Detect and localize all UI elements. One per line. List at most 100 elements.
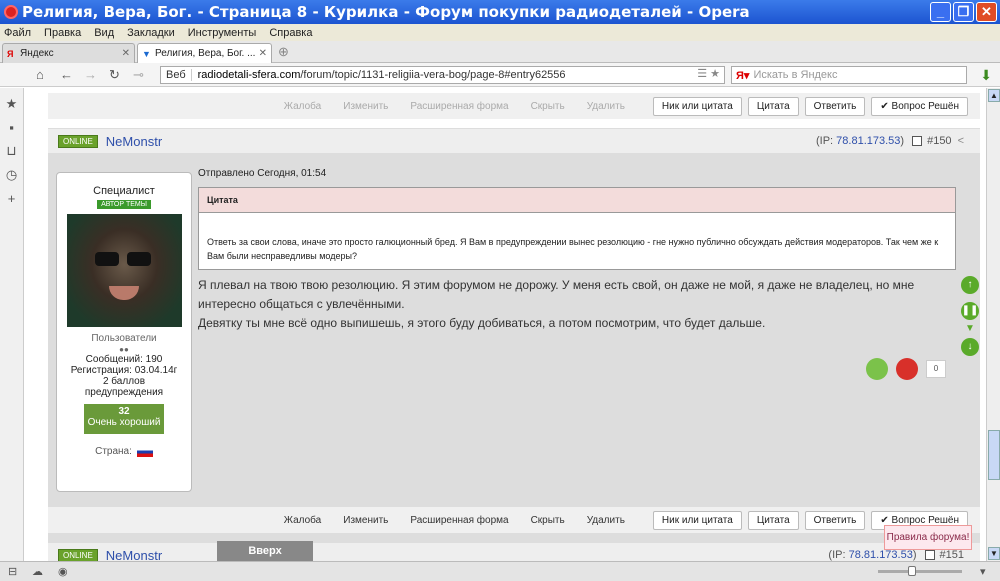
edit-link[interactable]: Изменить — [343, 101, 388, 112]
edit-link[interactable]: Изменить — [343, 515, 388, 526]
select-post-checkbox[interactable] — [924, 550, 935, 560]
vote-down-icon[interactable] — [896, 358, 918, 380]
add-panel-icon[interactable]: + — [0, 191, 23, 206]
yandex-icon: Я — [7, 48, 14, 59]
page-scrollbar[interactable]: ▲ ▼ — [986, 88, 1000, 561]
home-icon[interactable]: ⌂ — [36, 67, 44, 82]
extended-form-link[interactable]: Расширенная форма — [410, 515, 508, 526]
author-name[interactable]: NeMonstr — [106, 134, 162, 149]
tab-forum[interactable]: ▼ Религия, Вера, Бог. ... ✕ — [137, 43, 272, 63]
avatar[interactable] — [66, 214, 182, 327]
reputation-label: Очень хороший — [87, 417, 161, 428]
quote-button[interactable]: Цитата — [747, 510, 799, 530]
reply-button[interactable]: Ответить — [804, 96, 866, 116]
speed-dial-icon[interactable]: ◉ — [58, 565, 68, 578]
zoom-handle[interactable] — [908, 566, 916, 576]
opera-icon — [4, 5, 18, 19]
bookmarks-star-icon[interactable]: ★ — [0, 96, 23, 112]
cloud-icon[interactable]: ☁ — [32, 565, 43, 578]
reputation-value: 32 — [118, 406, 130, 417]
hide-link[interactable]: Скрыть — [531, 101, 565, 112]
yandex-search-icon: Я▾ — [736, 69, 750, 82]
delete-link[interactable]: Удалить — [587, 101, 625, 112]
share-icon[interactable]: < — [958, 135, 964, 147]
sunglasses-left — [94, 252, 119, 266]
forum-rules-button[interactable]: Правила форума! — [884, 525, 972, 550]
ip-address[interactable]: 78.81.173.53 — [849, 549, 913, 561]
nick-quote-button[interactable]: Ник или цитата — [652, 510, 742, 530]
zoom-slider[interactable] — [878, 566, 962, 576]
downloads-icon[interactable]: ⊔ — [0, 143, 23, 159]
close-window-button[interactable]: ✕ — [976, 2, 997, 22]
solved-button[interactable]: ✔ Вопрос Решён — [871, 96, 968, 116]
feed-star-icons[interactable]: ☰ ★ — [697, 67, 720, 80]
scroll-up-icon[interactable]: ▲ — [988, 89, 1000, 102]
search-placeholder: Искать в Яндекс — [753, 69, 838, 81]
menu-file[interactable]: Файл — [4, 27, 31, 39]
menu-view[interactable]: Вид — [94, 27, 114, 39]
tab-label: Яндекс — [20, 48, 54, 59]
search-input[interactable]: Я▾ Искать в Яндекс — [731, 66, 967, 84]
post-number[interactable]: #150 — [927, 135, 951, 147]
navigation-bar: ⌂ ← → ↻ ⊸ Веб radiodetali-sfera.com/foru… — [0, 63, 1000, 87]
ip-address[interactable]: 78.81.173.53 — [836, 135, 900, 147]
avatar-mouth — [108, 286, 139, 300]
post-content: Отправлено Сегодня, 01:54 Цитата Ответь … — [198, 168, 956, 333]
scroll-down-icon[interactable]: ▼ — [988, 547, 1000, 560]
forward-icon[interactable]: → — [84, 67, 97, 82]
reload-icon[interactable]: ↻ — [109, 67, 120, 83]
notes-icon[interactable]: ▪ — [0, 120, 23, 135]
reputation-box: 32 Очень хороший — [84, 404, 164, 434]
post-date: Отправлено Сегодня, 01:54 — [198, 168, 327, 179]
topic-author-badge: АВТОР ТЕМЫ — [97, 200, 151, 209]
hide-link[interactable]: Скрыть — [531, 515, 565, 526]
back-icon[interactable]: ← — [60, 67, 73, 82]
panel-toggle-icon[interactable]: ⊟ — [8, 565, 17, 578]
window-title: Религия, Вера, Бог. - Страница 8 - Курил… — [22, 3, 750, 21]
menu-help[interactable]: Справка — [269, 27, 312, 39]
quote-block: Цитата Ответь за свои слова, иначе это п… — [198, 187, 956, 270]
minimize-button[interactable]: _ — [930, 2, 951, 22]
ip-label: (IP: — [828, 549, 846, 561]
vote-up-icon[interactable] — [866, 358, 888, 380]
vote-controls: 0 — [866, 358, 946, 380]
menu-edit[interactable]: Правка — [44, 27, 81, 39]
complain-link[interactable]: Жалоба — [284, 515, 321, 526]
pause-icon[interactable]: ❚❚ — [961, 302, 979, 320]
user-group: Пользователи — [91, 333, 157, 344]
next-post-header: ONLINE NeMonstr (IP: 78.81.173.53) #151 — [48, 543, 980, 561]
address-bar[interactable]: Веб radiodetali-sfera.com/forum/topic/11… — [160, 66, 725, 84]
author-name[interactable]: NeMonstr — [106, 548, 162, 562]
scroll-to-top-button[interactable]: Вверх — [217, 541, 313, 561]
select-post-checkbox[interactable] — [912, 136, 923, 146]
close-tab-icon[interactable]: ✕ — [259, 48, 267, 59]
scroll-thumb[interactable] — [988, 430, 1000, 480]
nick-quote-button[interactable]: Ник или цитата — [652, 96, 742, 116]
menu-bar: Файл Правка Вид Закладки Инструменты Спр… — [0, 24, 1000, 41]
quote-title: Цитата — [199, 188, 955, 213]
message-count: Сообщений: 190 — [85, 354, 163, 365]
complain-link[interactable]: Жалоба — [284, 101, 321, 112]
delete-link[interactable]: Удалить — [587, 515, 625, 526]
warnings-label: предупреждения — [84, 387, 164, 398]
quote-button[interactable]: Цитата — [747, 96, 799, 116]
maximize-button[interactable]: ❐ — [953, 2, 974, 22]
menu-tools[interactable]: Инструменты — [188, 27, 257, 39]
tab-yandex[interactable]: Я Яндекс ✕ — [2, 43, 135, 63]
close-tab-icon[interactable]: ✕ — [122, 48, 130, 59]
zoom-reset-icon[interactable]: ▾ — [980, 565, 986, 578]
tab-label: Религия, Вера, Бог. ... — [155, 48, 256, 59]
reply-button[interactable]: Ответить — [804, 510, 866, 530]
extended-form-link[interactable]: Расширенная форма — [410, 101, 508, 112]
download-icon[interactable]: ⬇ — [980, 67, 992, 84]
menu-bookmarks[interactable]: Закладки — [127, 27, 175, 39]
history-icon[interactable]: ◷ — [0, 167, 23, 183]
down-triangle-icon[interactable]: ▼ — [961, 324, 979, 334]
scroll-top-icon[interactable]: ↑ — [961, 276, 979, 294]
key-icon[interactable]: ⊸ — [133, 67, 144, 83]
new-tab-icon[interactable]: ⊕ — [278, 44, 289, 60]
scroll-bottom-icon[interactable]: ↓ — [961, 338, 979, 356]
url-host: radiodetali-sfera.com — [197, 69, 301, 81]
opera-side-panel: ★ ▪ ⊔ ◷ + — [0, 88, 24, 561]
post-number[interactable]: #151 — [940, 549, 964, 561]
